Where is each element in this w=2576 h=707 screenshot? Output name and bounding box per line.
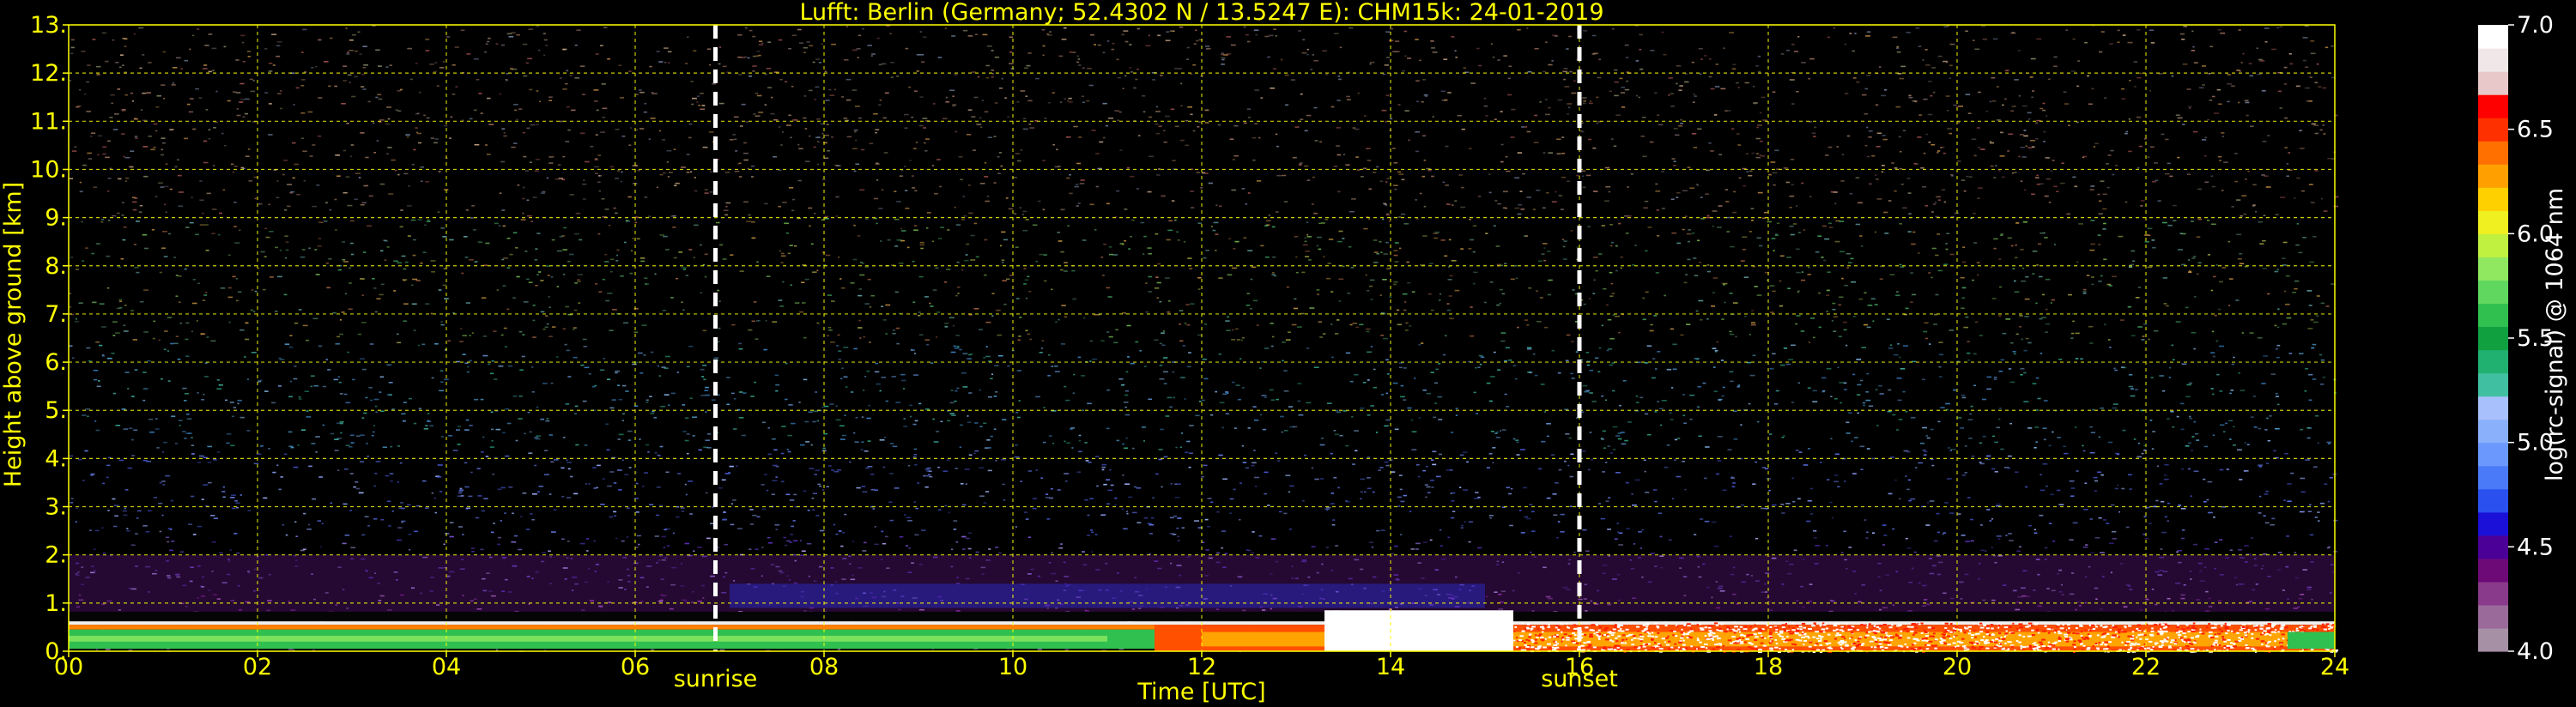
x-tick-label: 02 bbox=[243, 654, 272, 680]
y-tick-label: 13. bbox=[30, 12, 67, 39]
colorbar-swatch bbox=[2478, 535, 2508, 559]
signal-layers bbox=[69, 554, 2339, 653]
x-tick-label: 22 bbox=[2131, 654, 2161, 680]
y-tick-label: 3. bbox=[45, 494, 67, 521]
colorbar-swatch bbox=[2478, 118, 2508, 142]
y-tick-label: 9. bbox=[45, 205, 67, 232]
chart-title: Lufft: Berlin (Germany; 52.4302 N / 13.5… bbox=[799, 0, 1603, 26]
x-tick-label: 14 bbox=[1376, 654, 1405, 680]
colorbar-swatch bbox=[2478, 187, 2508, 211]
colorbar-swatch bbox=[2478, 164, 2508, 188]
y-axis-label: Height above ground [km] bbox=[0, 182, 27, 487]
colorbar-swatch bbox=[2478, 349, 2508, 374]
colorbar-swatch bbox=[2478, 372, 2508, 397]
y-tick-label: 6. bbox=[45, 349, 67, 376]
colorbar-swatch bbox=[2478, 419, 2508, 444]
x-tick-label: 06 bbox=[621, 654, 650, 680]
colorbar-swatch bbox=[2478, 210, 2508, 234]
x-tick-label: 18 bbox=[1754, 654, 1783, 680]
y-tick-label: 0. bbox=[45, 638, 67, 665]
lidar-figure: Lufft: Berlin (Germany; 52.4302 N / 13.5… bbox=[0, 0, 2576, 707]
event-label-sunrise: sunrise bbox=[674, 666, 758, 692]
colorbar-swatch bbox=[2478, 442, 2508, 467]
colorbar-swatch bbox=[2478, 48, 2508, 72]
x-tick-label: 24 bbox=[2320, 654, 2349, 680]
colorbar-swatch bbox=[2478, 71, 2508, 95]
x-tick-label: 20 bbox=[1943, 654, 1972, 680]
colorbar-swatch bbox=[2478, 581, 2508, 606]
y-tick-label: 11. bbox=[30, 108, 67, 135]
y-tick-label: 1. bbox=[45, 590, 67, 617]
colorbar-swatch bbox=[2478, 604, 2508, 629]
y-tick-label: 5. bbox=[45, 397, 67, 424]
colorbar-swatch bbox=[2478, 257, 2508, 281]
x-axis-label: Time [UTC] bbox=[1136, 679, 1265, 705]
colorbar-swatch bbox=[2478, 94, 2508, 118]
colorbar-swatch bbox=[2478, 511, 2508, 536]
colorbar-swatch bbox=[2478, 25, 2508, 49]
colorbar-tick-label: 7.0 bbox=[2517, 12, 2554, 39]
x-tick-label: 10 bbox=[998, 654, 1027, 680]
colorbar-swatch bbox=[2478, 326, 2508, 351]
colorbar-swatch bbox=[2478, 303, 2508, 328]
y-tick-label: 4. bbox=[45, 445, 67, 472]
colorbar-swatch bbox=[2478, 280, 2508, 305]
y-tick-label: 8. bbox=[45, 253, 67, 280]
colorbar-swatch bbox=[2478, 488, 2508, 513]
colorbar-label: log(rc-signal) @ 1064 nm bbox=[2542, 188, 2568, 481]
colorbar-tick-label: 6.5 bbox=[2517, 117, 2554, 143]
colorbar-swatch bbox=[2478, 558, 2508, 583]
colorbar bbox=[2478, 25, 2508, 652]
colorbar-swatch bbox=[2478, 141, 2508, 165]
plot-area bbox=[68, 24, 2339, 653]
x-tick-label: 04 bbox=[432, 654, 461, 680]
colorbar-swatch bbox=[2478, 396, 2508, 420]
y-tick-label: 12. bbox=[30, 60, 67, 87]
colorbar-swatch bbox=[2478, 465, 2508, 490]
y-tick-label: 10. bbox=[30, 156, 67, 183]
y-tick-label: 7. bbox=[45, 301, 67, 328]
event-label-sunset: sunset bbox=[1541, 666, 1618, 692]
colorbar-tick-label: 4.0 bbox=[2517, 638, 2554, 665]
y-tick-label: 2. bbox=[45, 542, 67, 569]
colorbar-tick-label: 4.5 bbox=[2517, 534, 2554, 560]
x-tick-label: 08 bbox=[809, 654, 839, 680]
colorbar-swatch bbox=[2478, 233, 2508, 257]
x-tick-label: 12 bbox=[1187, 654, 1216, 680]
colorbar-swatch bbox=[2478, 627, 2508, 652]
